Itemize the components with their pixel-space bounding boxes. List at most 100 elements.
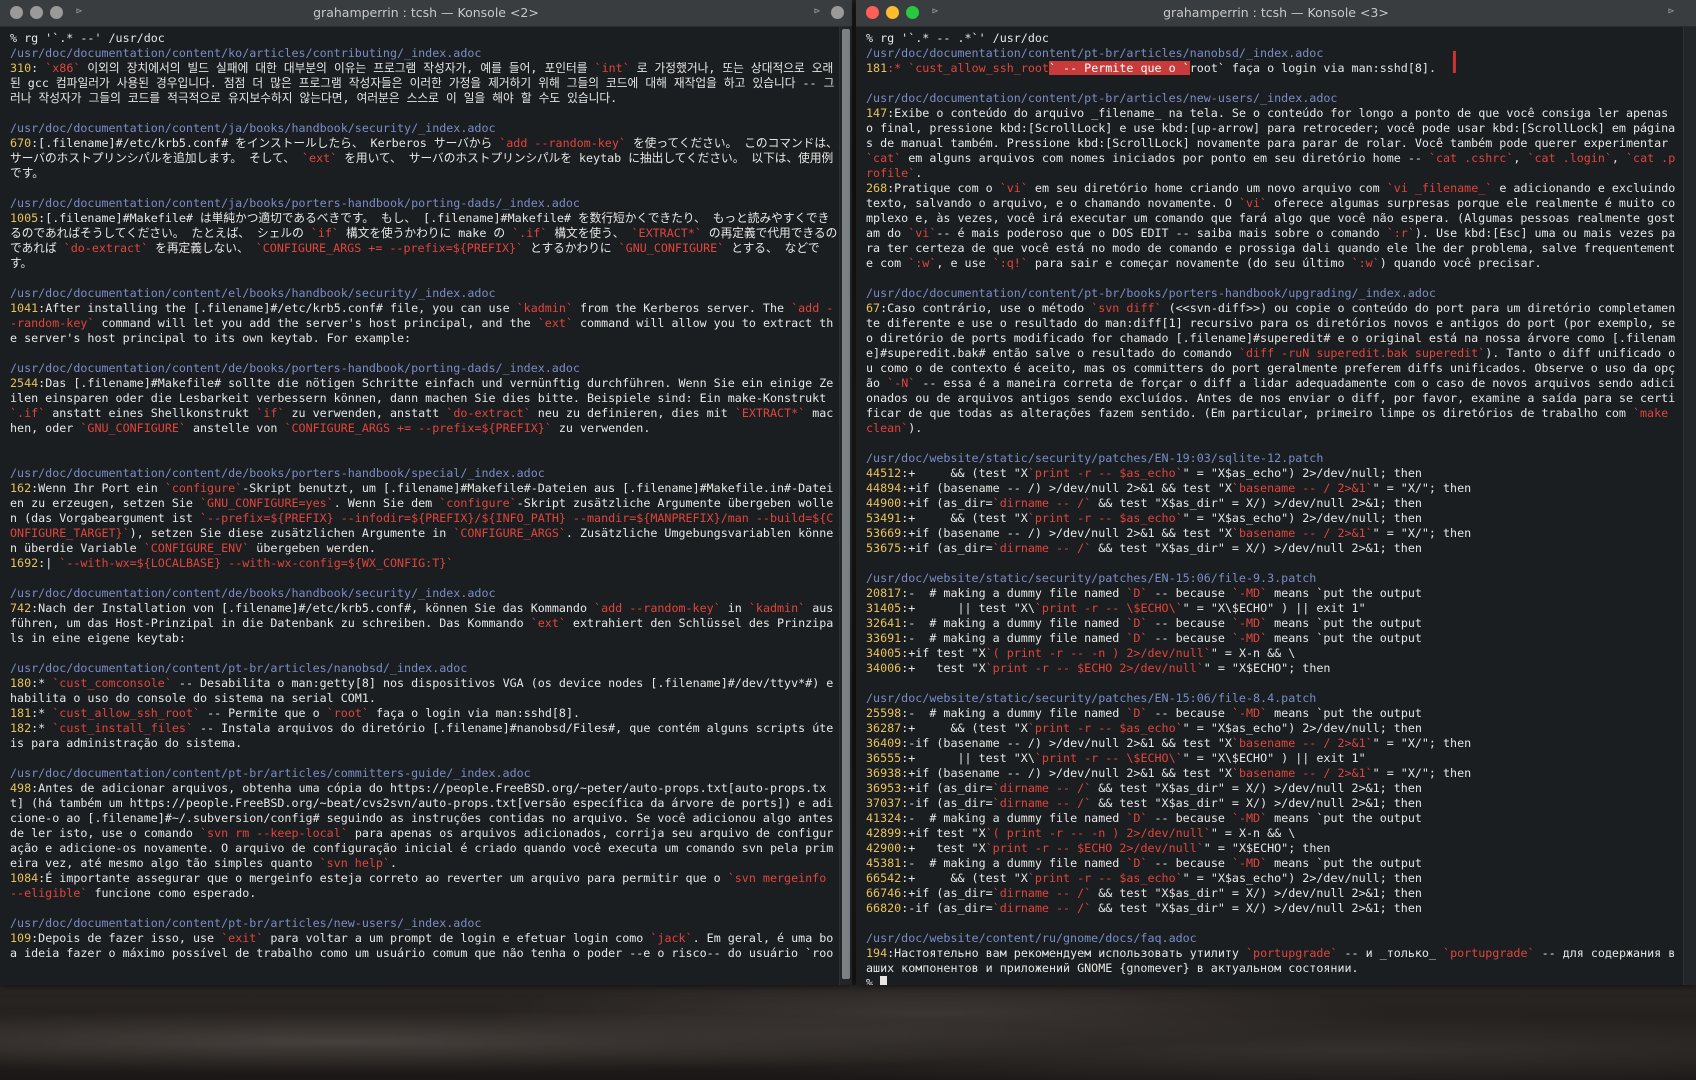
titlebar[interactable]: ⊳ grahamperrin : tcsh — Konsole <2> ⊳ bbox=[0, 0, 852, 27]
line-number: 45381 bbox=[866, 856, 902, 870]
match-text: :+ && (test "X`print -r -- $as_echo`" = … bbox=[901, 466, 1422, 480]
file-path: /usr/doc/website/static/security/patches… bbox=[866, 571, 1317, 585]
command-prompt: % rg '`.* -- .*`' /usr/doc bbox=[866, 31, 1049, 45]
match-text: :+if (basename -- /) >/dev/null 2>&1 && … bbox=[901, 526, 1472, 540]
match-line: 182:* `cust_install_files` -- Instala ar… bbox=[10, 721, 838, 751]
file-path: /usr/doc/documentation/content/de/books/… bbox=[10, 361, 580, 375]
terminal-cursor bbox=[880, 976, 888, 985]
match-line: 42900:+ test "X`print -r -- $ECHO 2>/dev… bbox=[866, 841, 1682, 856]
scrollbar-thumb[interactable] bbox=[842, 29, 850, 979]
file-path: /usr/doc/documentation/content/ko/articl… bbox=[10, 46, 482, 60]
terminal-output[interactable]: % rg '`.* --' /usr/doc/usr/doc/documenta… bbox=[0, 27, 838, 985]
match-line: 44512:+ && (test "X`print -r -- $as_echo… bbox=[866, 466, 1682, 481]
match-line: 42899:+if test "X`( print -r -- -n ) 2>/… bbox=[866, 826, 1682, 841]
line-number: 1084 bbox=[10, 871, 39, 885]
match-text: :| `--with-wx=${LOCALBASE} --with-wx-con… bbox=[38, 556, 454, 570]
file-path: /usr/doc/website/content/ru/gnome/docs/f… bbox=[866, 931, 1197, 945]
line-number: 44894 bbox=[866, 481, 902, 495]
line-number: 162 bbox=[10, 481, 32, 495]
match-text: :-if (as_dir=`dirname -- /` && test "X$a… bbox=[901, 901, 1422, 915]
command-prompt: % bbox=[866, 976, 1682, 985]
match-line: 1084:É importante assegurar que o mergei… bbox=[10, 871, 838, 901]
match-line: 53675:+if (as_dir=`dirname -- /` && test… bbox=[866, 541, 1682, 556]
match-line: 66820:-if (as_dir=`dirname -- /` && test… bbox=[866, 901, 1682, 916]
line-number: 66820 bbox=[866, 901, 902, 915]
line-number: 670 bbox=[10, 136, 32, 150]
file-path: /usr/doc/website/static/security/patches… bbox=[866, 691, 1317, 705]
line-number: 37037 bbox=[866, 796, 902, 810]
desktop-wallpaper bbox=[0, 985, 1696, 1080]
match-text: :[.filename]#/etc/krb5.conf# をインストールしたら、… bbox=[10, 136, 838, 180]
line-number: 25598 bbox=[866, 706, 902, 720]
file-path: /usr/doc/documentation/content/de/books/… bbox=[10, 586, 496, 600]
line-number: 36555 bbox=[866, 751, 902, 765]
match-text: :- # making a dummy file named `D` -- be… bbox=[901, 811, 1422, 825]
match-text: :-if (basename -- /) >/dev/null 2>&1 && … bbox=[901, 736, 1472, 750]
match-text: :- # making a dummy file named `D` -- be… bbox=[901, 856, 1422, 870]
match-line: 268:Pratique com o `vi` em seu diretório… bbox=[866, 181, 1682, 271]
match-line: 44894:+if (basename -- /) >/dev/null 2>&… bbox=[866, 481, 1682, 496]
selected-text: ` -- Permite que o ` bbox=[1048, 61, 1190, 75]
match-text: :[.filename]#Makefile# は単純かつ適切であるべきです。 も… bbox=[10, 211, 838, 270]
match-text: :- # making a dummy file named `D` -- be… bbox=[901, 706, 1422, 720]
keep-above-icon[interactable]: ⊳ bbox=[1664, 5, 1678, 19]
line-number: 44512 bbox=[866, 466, 902, 480]
konsole-window-2[interactable]: ⊳ grahamperrin : tcsh — Konsole <2> ⊳ % … bbox=[0, 0, 852, 985]
match-text: :Caso contrário, use o método `svn diff`… bbox=[866, 301, 1682, 435]
match-line: 194:Настоятельно вам рекомендуем использ… bbox=[866, 946, 1682, 976]
command-prompt: % rg '`.* --' /usr/doc bbox=[10, 31, 165, 45]
line-number: 36953 bbox=[866, 781, 902, 795]
file-path: /usr/doc/website/static/security/patches… bbox=[866, 451, 1324, 465]
file-path: /usr/doc/documentation/content/ja/books/… bbox=[10, 121, 496, 135]
match-line: 742:Nach der Installation von [.filename… bbox=[10, 601, 838, 646]
line-number: 36938 bbox=[866, 766, 902, 780]
match-line: 37037:-if (as_dir=`dirname -- /` && test… bbox=[866, 796, 1682, 811]
match-text: :Wenn Ihr Port ein `configure`-Skript be… bbox=[10, 481, 834, 555]
match-text: :+if (as_dir=`dirname -- /` && test "X$a… bbox=[901, 541, 1422, 555]
match-text: : `x86` 이외의 장치에서의 빌드 실패에 대한 대부분의 이유는 프로그… bbox=[10, 61, 835, 105]
line-number: 147 bbox=[866, 106, 888, 120]
match-text: :+ test "X`print -r -- $ECHO 2>/dev/null… bbox=[901, 841, 1331, 855]
scrollbar[interactable] bbox=[839, 27, 852, 985]
konsole-window-3[interactable]: ⊳ grahamperrin : tcsh — Konsole <3> ⊳ % … bbox=[856, 0, 1696, 985]
match-text: :Antes de adicionar arquivos, obtenha um… bbox=[10, 781, 834, 870]
scrollbar[interactable] bbox=[1683, 27, 1696, 985]
titlebar[interactable]: ⊳ grahamperrin : tcsh — Konsole <3> ⊳ bbox=[856, 0, 1696, 27]
file-path: /usr/doc/documentation/content/pt-br/art… bbox=[10, 766, 531, 780]
line-number: 20817 bbox=[866, 586, 902, 600]
match-text: :Nach der Installation von [.filename]#/… bbox=[10, 601, 834, 645]
match-text: :+if test "X`( print -r -- -n ) 2>/dev/n… bbox=[901, 646, 1296, 660]
match-text: :-if (as_dir=`dirname -- /` && test "X$a… bbox=[901, 796, 1422, 810]
line-number: 268 bbox=[866, 181, 888, 195]
file-path: /usr/doc/documentation/content/el/books/… bbox=[10, 286, 496, 300]
close-button-right[interactable] bbox=[831, 6, 844, 19]
match-text: :Exibe o conteúdo do arquivo _filename_ … bbox=[866, 106, 1676, 180]
match-line: 33691:- # making a dummy file named `D` … bbox=[866, 631, 1682, 646]
match-text: :+ || test "X\`print -r -- \$ECHO\`" = "… bbox=[901, 751, 1366, 765]
match-text: :+ && (test "X`print -r -- $as_echo`" = … bbox=[901, 871, 1422, 885]
file-path: /usr/doc/documentation/content/pt-br/art… bbox=[10, 916, 482, 930]
match-line: 53669:+if (basename -- /) >/dev/null 2>&… bbox=[866, 526, 1682, 541]
terminal-output[interactable]: % rg '`.* -- .*`' /usr/doc/usr/doc/docum… bbox=[856, 27, 1682, 985]
file-path: /usr/doc/documentation/content/pt-br/boo… bbox=[866, 286, 1436, 300]
line-number: 109 bbox=[10, 931, 32, 945]
match-line: 1692:| `--with-wx=${LOCALBASE} --with-wx… bbox=[10, 556, 838, 571]
line-number: 53675 bbox=[866, 541, 902, 555]
line-number: 42899 bbox=[866, 826, 902, 840]
match-line: 162:Wenn Ihr Port ein `configure`-Skript… bbox=[10, 481, 838, 556]
keep-above-icon[interactable]: ⊳ bbox=[810, 5, 824, 19]
match-text: root` faça o login via man:sshd[8]. bbox=[1189, 61, 1436, 75]
line-number: 498 bbox=[10, 781, 32, 795]
match-line: 36409:-if (basename -- /) >/dev/null 2>&… bbox=[866, 736, 1682, 751]
line-number: 41324 bbox=[866, 811, 902, 825]
match-line: 109:Depois de fazer isso, use `exit` par… bbox=[10, 931, 838, 961]
match-line: 32641:- # making a dummy file named `D` … bbox=[866, 616, 1682, 631]
match-text: :+if (basename -- /) >/dev/null 2>&1 && … bbox=[901, 766, 1472, 780]
match-line: 181:* `cust_allow_ssh_root` -- Permite q… bbox=[866, 61, 1682, 76]
